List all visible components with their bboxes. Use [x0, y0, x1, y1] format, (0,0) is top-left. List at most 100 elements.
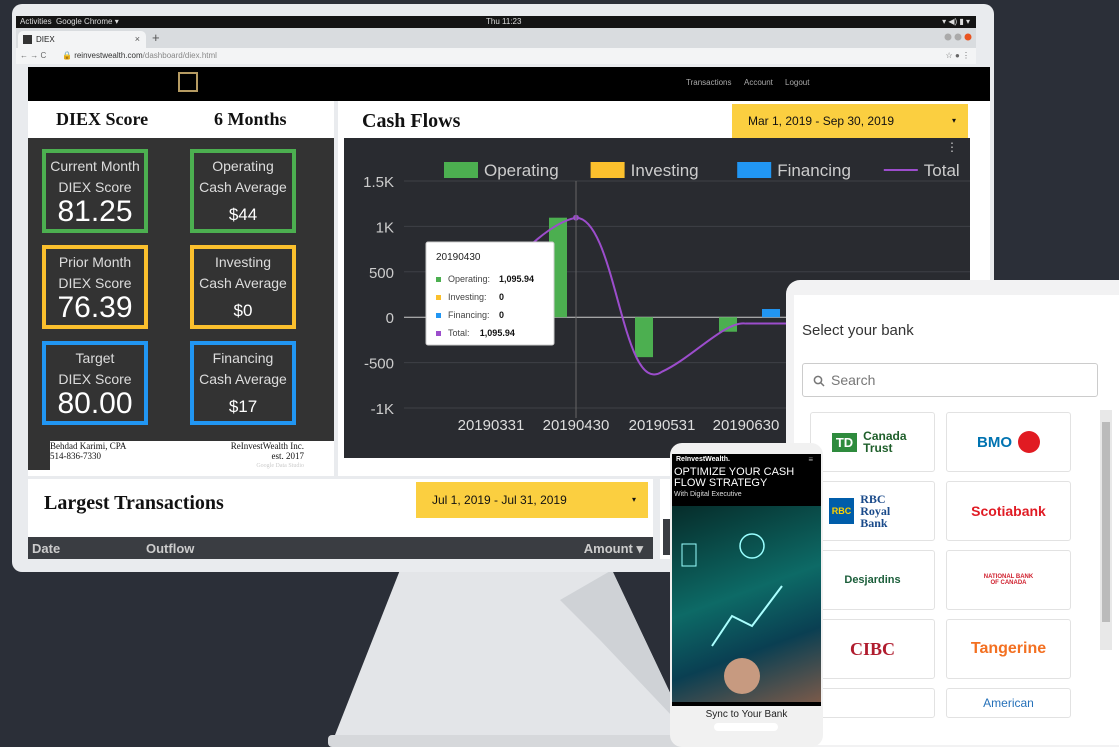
y-tick-label: 1.5K: [363, 174, 394, 191]
cash-flows-date-select[interactable]: Mar 1, 2019 - Sep 30, 2019 ▾: [732, 104, 968, 138]
legend-label: Financing: [777, 161, 851, 180]
tooltip-swatch: [436, 295, 441, 300]
google-data-studio-mark: Google Data Studio: [256, 463, 304, 469]
phone-brand: ReInvestWealth.: [676, 456, 730, 463]
select-bank-title: Select your bank: [802, 322, 914, 339]
phone-home-bar: [714, 723, 778, 731]
bank-national[interactable]: NATIONAL BANK OF CANADA: [946, 550, 1071, 610]
legend-swatch-operating: [444, 162, 478, 178]
target-card: Target DIEX Score 80.00: [42, 341, 148, 425]
bmo-logo-icon: [1018, 431, 1040, 453]
investing-card: Investing Cash Average $0: [190, 245, 296, 329]
financing-average: $17: [228, 397, 258, 416]
tooltip-value: 1,095.94: [499, 274, 534, 284]
legend-swatch-investing: [590, 162, 625, 178]
phone-device: ReInvestWealth. ≡ OPTIMIZE YOUR CASH FLOW…: [670, 443, 823, 747]
nav-buttons[interactable]: ← → C: [20, 48, 46, 64]
current-month-score: 81.25: [57, 195, 133, 228]
footer-contact: Behdad Karimi, CPA 514-836-7330: [50, 441, 190, 471]
tooltip-swatch: [436, 277, 441, 282]
new-tab-button[interactable]: +: [152, 30, 160, 45]
financing-card: Financing Cash Average $17: [190, 341, 296, 425]
bank-td[interactable]: TD Canada Trust: [810, 412, 935, 472]
column-date[interactable]: Date: [32, 541, 60, 556]
bank-desjardins[interactable]: Desjardins: [810, 550, 935, 610]
bank-bmo[interactable]: BMO: [946, 412, 1071, 472]
logo-icon[interactable]: [178, 72, 198, 92]
address-bar: ← → C 🔒 reinvestwealth.com/dashboard/die…: [16, 48, 976, 64]
bank-cibc[interactable]: CIBC: [810, 619, 935, 679]
prior-month-card: Prior Month DIEX Score 76.39: [42, 245, 148, 329]
bank-tangerine[interactable]: Tangerine: [946, 619, 1071, 679]
window-controls-icon[interactable]: [944, 33, 974, 42]
close-tab-icon[interactable]: ×: [135, 31, 140, 48]
favicon-icon: [23, 35, 32, 44]
diex-score-title: DIEX Score: [56, 109, 149, 129]
column-outflow[interactable]: Outflow: [146, 541, 194, 556]
tooltip-swatch: [436, 331, 441, 336]
legend-label: Operating: [484, 161, 559, 180]
bank-rbc[interactable]: RBC RBC Royal Bank: [810, 481, 935, 541]
nav-transactions[interactable]: Transactions: [686, 78, 732, 87]
bank-select-screen: Select your bank Search TD Canada Trust …: [794, 295, 1119, 745]
x-tick-label: 20190531: [629, 417, 696, 434]
bank-partial-left[interactable]: [810, 688, 935, 718]
y-tick-label: 0: [386, 310, 394, 327]
bar-operating: [635, 317, 653, 358]
x-tick-label: 20190630: [713, 417, 780, 434]
legend-swatch-financing: [737, 162, 772, 178]
system-tray[interactable]: ▾ ◀) ▮ ▾: [942, 16, 970, 28]
legend-label: Total: [924, 161, 960, 180]
tooltip-value: 1,095.94: [480, 328, 515, 338]
td-logo-icon: TD: [831, 432, 858, 452]
search-icon: [813, 375, 825, 387]
chevron-down-icon: ▾: [631, 495, 636, 504]
y-tick-label: -500: [364, 356, 394, 373]
nav-account[interactable]: Account: [744, 78, 773, 87]
phone-hero-image: [672, 506, 821, 702]
nav-logout[interactable]: Logout: [785, 78, 809, 87]
bank-scotiabank[interactable]: Scotiabank: [946, 481, 1071, 541]
phone-headline: OPTIMIZE YOUR CASH FLOW STRATEGY: [674, 466, 795, 489]
url-field[interactable]: 🔒 reinvestwealth.com/dashboard/diex.html: [62, 48, 217, 64]
tooltip-label: Operating:: [448, 274, 490, 284]
footer-company: ReInvestWealth Inc. est. 2017 Google Data…: [190, 441, 334, 471]
transactions-date-select[interactable]: Jul 1, 2019 - Jul 31, 2019 ▾: [416, 482, 648, 518]
x-tick-label: 20190331: [458, 417, 525, 434]
diex-score-panel: DIEX Score 6 Months Current Month DIEX Sc…: [28, 101, 334, 476]
browser-actions[interactable]: ☆ ● ⋮: [946, 48, 970, 64]
chart-menu-icon[interactable]: ⋮: [946, 140, 958, 154]
app-header: Transactions Account Logout: [28, 67, 990, 101]
tooltip-value: 0: [499, 292, 504, 302]
tooltip-value: 0: [499, 310, 504, 320]
transactions-title: Largest Transactions: [44, 492, 224, 514]
operating-average: $44: [228, 205, 258, 224]
phone-screen: ReInvestWealth. ≡ OPTIMIZE YOUR CASH FLOW…: [672, 454, 821, 706]
activities-menu[interactable]: Activities Google Chrome ▾: [20, 16, 119, 28]
tablet-device: Select your bank Search TD Canada Trust …: [786, 280, 1119, 747]
column-amount[interactable]: Amount ▾: [584, 541, 643, 557]
sync-bank-button[interactable]: Sync to Your Bank: [670, 709, 823, 720]
tooltip-title: 20190430: [436, 252, 481, 263]
y-tick-label: 500: [369, 265, 394, 282]
y-tick-label: 1K: [376, 219, 394, 236]
chevron-down-icon: ▾: [951, 116, 956, 125]
bank-american[interactable]: American: [946, 688, 1071, 718]
current-month-card: Current Month DIEX Score 81.25: [42, 149, 148, 233]
hamburger-icon[interactable]: ≡: [808, 455, 813, 464]
prior-month-score: 76.39: [57, 291, 133, 324]
bank-list-scrollbar[interactable]: [1100, 410, 1112, 650]
operating-card: Operating Cash Average $44: [190, 149, 296, 233]
investing-average: $0: [233, 301, 253, 320]
six-months-title: 6 Months: [214, 109, 287, 129]
os-top-bar: Activities Google Chrome ▾ Thu 11:23 ▾ ◀…: [16, 16, 976, 28]
browser-tab[interactable]: DIEX ×: [18, 31, 146, 48]
phone-subheadline: With Digital Executive: [674, 491, 742, 498]
transactions-table-header: Date Outflow Amount ▾: [28, 537, 653, 559]
bank-search-input[interactable]: Search: [802, 363, 1098, 397]
tooltip-swatch: [436, 313, 441, 318]
os-clock: Thu 11:23: [486, 17, 522, 26]
x-tick-label: 20190430: [543, 417, 610, 434]
browser-tab-bar: DIEX × +: [16, 28, 976, 48]
tablet-home-bar: [916, 723, 986, 733]
